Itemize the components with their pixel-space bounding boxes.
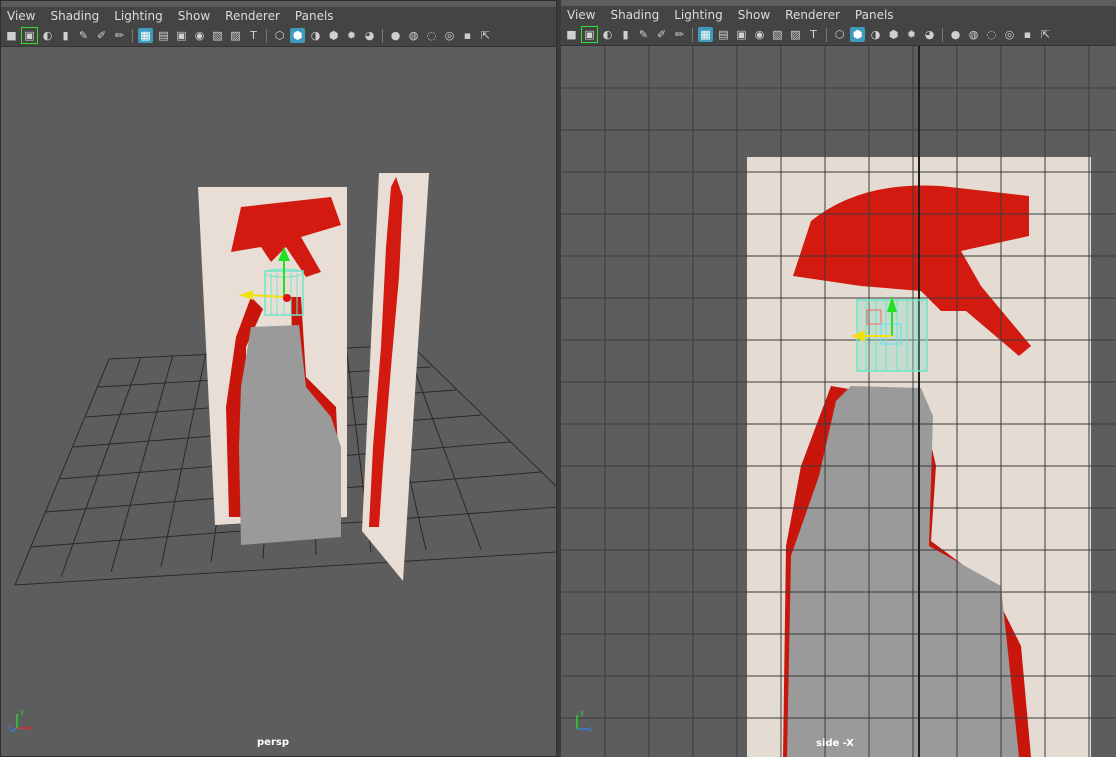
svg-text:z: z xyxy=(8,724,12,732)
side-viewport[interactable]: y z side -X xyxy=(561,46,1116,757)
menu-renderer[interactable]: Renderer xyxy=(225,9,280,23)
lighting-icon[interactable]: ◑ xyxy=(868,27,883,42)
persp-axis-gizmo: y z x xyxy=(8,708,33,733)
xray-icon[interactable]: ⇱ xyxy=(1038,27,1053,42)
image-plane-icon[interactable]: ▮ xyxy=(58,28,73,43)
pencil-icon[interactable]: ✏ xyxy=(112,28,127,43)
smooth-shade-icon[interactable]: ⬢ xyxy=(290,28,305,43)
smooth-shade-icon[interactable]: ⬢ xyxy=(850,27,865,42)
field-chart-icon[interactable]: ▧ xyxy=(210,28,225,43)
camera-attributes-icon[interactable]: ▣ xyxy=(581,26,598,43)
resolution-gate-icon[interactable]: ▣ xyxy=(174,28,189,43)
grid-icon[interactable]: ▦ xyxy=(698,27,713,42)
side-axis-gizmo: y z xyxy=(576,709,593,733)
depth-of-field-icon[interactable]: ◎ xyxy=(442,28,457,43)
side-cylinder-manipulator xyxy=(851,296,928,372)
safe-action-icon[interactable]: ▨ xyxy=(228,28,243,43)
two-d-pan-icon[interactable]: ✎ xyxy=(636,27,651,42)
two-d-pan-icon[interactable]: ✎ xyxy=(76,28,91,43)
safe-title-icon[interactable]: T xyxy=(246,28,261,43)
camera-label-persp: persp xyxy=(257,737,289,748)
side-menubar: View Shading Lighting Show Renderer Pane… xyxy=(561,6,1116,24)
textured-icon[interactable]: ⬢ xyxy=(886,27,901,42)
xray-icon[interactable]: ⇱ xyxy=(478,28,493,43)
isolate-select-icon[interactable]: ▪ xyxy=(1020,27,1035,42)
menu-show[interactable]: Show xyxy=(738,8,770,22)
svg-text:x: x xyxy=(29,724,33,732)
safe-title-icon[interactable]: T xyxy=(806,27,821,42)
anti-aliasing-icon[interactable]: ◌ xyxy=(984,27,999,42)
select-camera-icon[interactable]: ■ xyxy=(4,28,19,43)
menu-view[interactable]: View xyxy=(567,8,595,22)
wireframe-icon[interactable]: ⬡ xyxy=(832,27,847,42)
persp-viewport-panel: View Shading Lighting Show Renderer Pane… xyxy=(0,0,557,757)
menu-shading[interactable]: Shading xyxy=(610,8,659,22)
grease-pencil-icon[interactable]: ✐ xyxy=(654,27,669,42)
screen-space-ao-icon[interactable]: ● xyxy=(388,28,403,43)
camera-label-side: side -X xyxy=(816,738,854,749)
shadows-icon[interactable]: ◕ xyxy=(362,28,377,43)
menu-lighting[interactable]: Lighting xyxy=(674,8,723,22)
image-plane-icon[interactable]: ▮ xyxy=(618,27,633,42)
menu-panels[interactable]: Panels xyxy=(295,9,334,23)
lighting-icon[interactable]: ◑ xyxy=(308,28,323,43)
menu-panels[interactable]: Panels xyxy=(855,8,894,22)
shadows-icon[interactable]: ◕ xyxy=(922,27,937,42)
camera-attributes-icon[interactable]: ▣ xyxy=(21,27,38,44)
svg-text:y: y xyxy=(20,708,24,716)
front-image-plane xyxy=(198,187,347,545)
grease-pencil-icon[interactable]: ✐ xyxy=(94,28,109,43)
isolate-select-icon[interactable]: ▪ xyxy=(460,28,475,43)
persp-menubar: View Shading Lighting Show Renderer Pane… xyxy=(1,7,556,25)
persp-viewport[interactable]: y z x persp xyxy=(1,47,556,756)
menu-lighting[interactable]: Lighting xyxy=(114,9,163,23)
resolution-gate-icon[interactable]: ▣ xyxy=(734,27,749,42)
grid-icon[interactable]: ▦ xyxy=(138,28,153,43)
motion-blur-icon[interactable]: ◍ xyxy=(966,27,981,42)
svg-text:y: y xyxy=(580,709,584,717)
bookmark-icon[interactable]: ◐ xyxy=(600,27,615,42)
menu-view[interactable]: View xyxy=(7,9,35,23)
select-camera-icon[interactable]: ■ xyxy=(564,27,579,42)
menu-show[interactable]: Show xyxy=(178,9,210,23)
menu-renderer[interactable]: Renderer xyxy=(785,8,840,22)
anti-aliasing-icon[interactable]: ◌ xyxy=(424,28,439,43)
pencil-icon[interactable]: ✏ xyxy=(672,27,687,42)
wireframe-icon[interactable]: ⬡ xyxy=(272,28,287,43)
depth-of-field-icon[interactable]: ◎ xyxy=(1002,27,1017,42)
use-lights-icon[interactable]: ✹ xyxy=(344,28,359,43)
side-scene xyxy=(561,46,1116,757)
use-lights-icon[interactable]: ✹ xyxy=(904,27,919,42)
film-gate-icon[interactable]: ▤ xyxy=(156,28,171,43)
persp-toolbar: ■ ▣ ◐ ▮ ✎ ✐ ✏ ▦ ▤ ▣ ◉ ▧ ▨ T ⬡ ⬢ ◑ ⬢ ✹ ◕ … xyxy=(1,25,556,47)
textured-icon[interactable]: ⬢ xyxy=(326,28,341,43)
menu-shading[interactable]: Shading xyxy=(50,9,99,23)
field-chart-icon[interactable]: ▧ xyxy=(770,27,785,42)
side-viewport-panel: View Shading Lighting Show Renderer Pane… xyxy=(561,0,1116,757)
screen-space-ao-icon[interactable]: ● xyxy=(948,27,963,42)
gate-mask-icon[interactable]: ◉ xyxy=(752,27,767,42)
safe-action-icon[interactable]: ▨ xyxy=(788,27,803,42)
motion-blur-icon[interactable]: ◍ xyxy=(406,28,421,43)
bookmark-icon[interactable]: ◐ xyxy=(40,28,55,43)
persp-scene xyxy=(14,173,556,586)
side-toolbar: ■ ▣ ◐ ▮ ✎ ✐ ✏ ▦ ▤ ▣ ◉ ▧ ▨ T ⬡ ⬢ ◑ ⬢ ✹ ◕ … xyxy=(561,24,1116,46)
film-gate-icon[interactable]: ▤ xyxy=(716,27,731,42)
gate-mask-icon[interactable]: ◉ xyxy=(192,28,207,43)
svg-text:z: z xyxy=(589,725,593,733)
